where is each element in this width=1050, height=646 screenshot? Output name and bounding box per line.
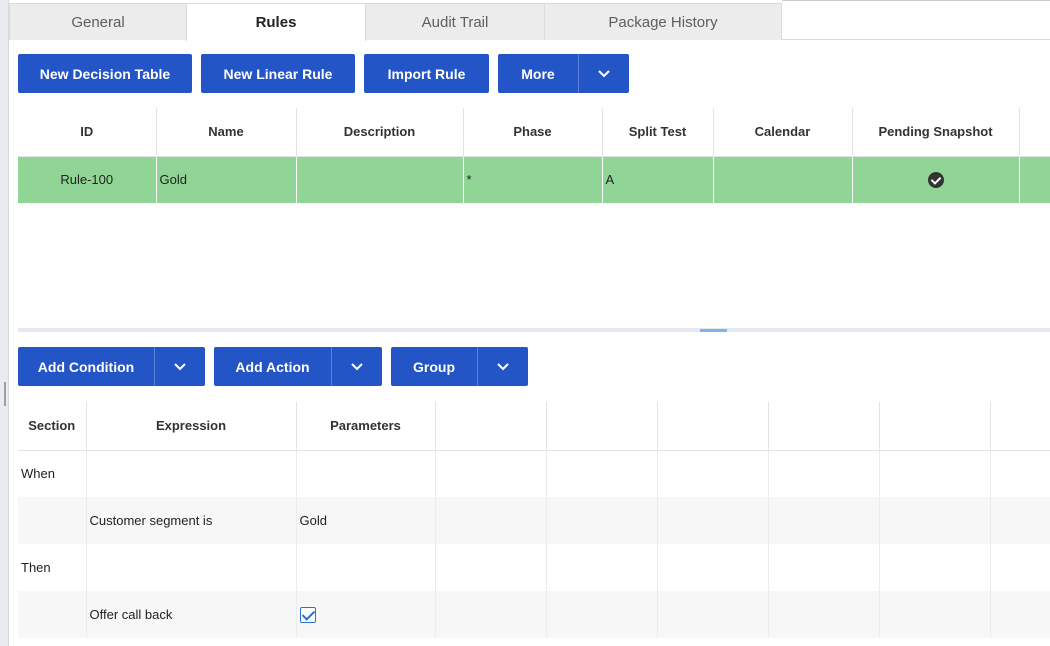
cell-extra xyxy=(1019,156,1050,203)
cell-calendar xyxy=(713,156,853,203)
new-decision-table-label: New Decision Table xyxy=(39,65,171,82)
cell-expression xyxy=(86,544,297,591)
column-header-phase[interactable]: Phase xyxy=(463,108,603,157)
conditions-table: Section Expression Parameters When Custo… xyxy=(18,402,1050,638)
cell-section: Then xyxy=(18,544,87,591)
table-row[interactable]: Customer segment is Gold xyxy=(18,497,1050,544)
cell-split-test: A xyxy=(602,156,714,203)
table-row[interactable]: Rule-100 Gold * A xyxy=(18,156,1050,203)
column-header-empty xyxy=(435,402,547,451)
cell-id: Rule-100 xyxy=(18,156,157,203)
pane-splitter[interactable] xyxy=(18,328,1050,332)
cell-section: When xyxy=(18,450,87,497)
conditions-table-header: Section Expression Parameters xyxy=(18,402,1050,451)
cell-pending-snapshot xyxy=(852,156,1020,203)
checkbox-checked-icon[interactable] xyxy=(299,606,316,623)
column-header-empty xyxy=(879,402,991,451)
cell-section xyxy=(18,591,87,638)
column-header-split-test[interactable]: Split Test xyxy=(602,108,714,157)
chevron-down-icon[interactable] xyxy=(578,54,629,93)
cell-phase: * xyxy=(463,156,603,203)
new-linear-rule-button[interactable]: New Linear Rule xyxy=(201,54,355,93)
add-condition-label: Add Condition xyxy=(37,358,135,375)
new-linear-rule-label: New Linear Rule xyxy=(223,65,333,82)
tab-bar: General Rules Audit Trail Package Histor… xyxy=(9,0,1050,41)
column-header-empty xyxy=(990,402,1050,451)
cell-parameters xyxy=(296,544,436,591)
cell-parameters xyxy=(296,591,436,638)
chevron-down-icon[interactable] xyxy=(477,347,528,386)
more-label: More xyxy=(521,65,555,82)
column-header-empty xyxy=(768,402,880,451)
rules-table: ID Name Description Phase Split Test Cal… xyxy=(18,108,1050,203)
add-action-label: Add Action xyxy=(235,358,310,375)
tab-package-history[interactable]: Package History xyxy=(544,3,782,40)
cell-parameters[interactable]: Gold xyxy=(296,497,436,544)
chevron-down-icon[interactable] xyxy=(331,347,382,386)
left-panel-edge xyxy=(0,0,9,646)
column-header-name[interactable]: Name xyxy=(156,108,297,157)
table-row[interactable]: When xyxy=(18,450,1050,497)
rules-table-header: ID Name Description Phase Split Test Cal… xyxy=(18,108,1050,157)
chevron-down-icon[interactable] xyxy=(154,347,205,386)
cell-expression: Offer call back xyxy=(86,591,297,638)
table-row[interactable]: Offer call back xyxy=(18,591,1050,638)
add-condition-button[interactable]: Add Condition xyxy=(18,347,205,386)
cell-parameters xyxy=(296,450,436,497)
column-header-description[interactable]: Description xyxy=(296,108,464,157)
table-row[interactable]: Then xyxy=(18,544,1050,591)
group-button[interactable]: Group xyxy=(391,347,528,386)
cell-expression: Customer segment is xyxy=(86,497,297,544)
panel-resize-grip[interactable] xyxy=(4,382,6,406)
column-header-extra xyxy=(1019,108,1050,157)
tab-audit-trail[interactable]: Audit Trail xyxy=(365,3,545,40)
import-rule-button[interactable]: Import Rule xyxy=(364,54,489,93)
column-header-id[interactable]: ID xyxy=(18,108,157,157)
check-circle-icon xyxy=(927,172,944,189)
cell-description xyxy=(296,156,464,203)
import-rule-label: Import Rule xyxy=(387,65,466,82)
cell-expression xyxy=(86,450,297,497)
splitter-handle[interactable] xyxy=(700,329,727,332)
column-header-empty xyxy=(546,402,658,451)
column-header-calendar[interactable]: Calendar xyxy=(713,108,853,157)
column-header-empty xyxy=(657,402,769,451)
column-header-expression[interactable]: Expression xyxy=(86,402,297,451)
group-label: Group xyxy=(413,358,455,375)
cell-name: Gold xyxy=(156,156,297,203)
cell-section xyxy=(18,497,87,544)
add-action-button[interactable]: Add Action xyxy=(214,347,382,386)
new-decision-table-button[interactable]: New Decision Table xyxy=(18,54,192,93)
tab-general[interactable]: General xyxy=(9,3,187,40)
column-header-pending-snapshot[interactable]: Pending Snapshot xyxy=(852,108,1020,157)
tab-rules[interactable]: Rules xyxy=(186,3,366,41)
more-button[interactable]: More xyxy=(498,54,629,93)
column-header-section[interactable]: Section xyxy=(18,402,87,451)
column-header-parameters[interactable]: Parameters xyxy=(296,402,436,451)
